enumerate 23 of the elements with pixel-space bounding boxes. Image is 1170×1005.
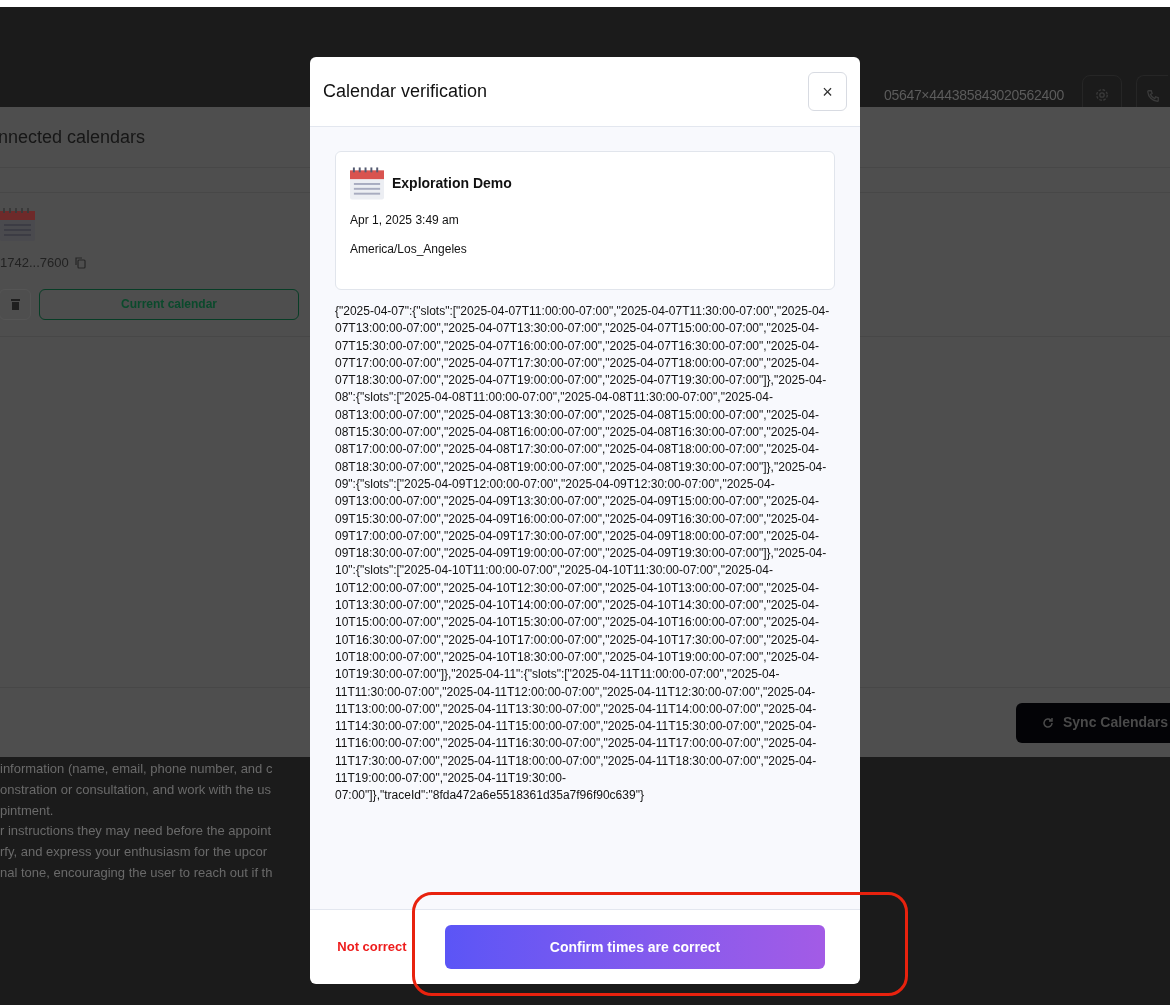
event-date: Apr 1, 2025 3:49 am [350,212,460,229]
sync-calendars-button[interactable]: Sync Calendars [1016,702,1170,743]
background-text-line: onstration or consultation, and work with the us [0,780,272,799]
event-timezone: America/Los_Angeles [350,241,468,258]
panel-title: nnected calendars [0,125,146,149]
response-text: {"2025-04-07":{"slots":["2025-04-07T11:00:00-07:00","2025-04-07T11:30:00-07:00","2025-04-07T13:00:00-07:00","2025-04-07T13:30:00-07:00","2025-04-07T15:00:00-07:00","2025-04-07T15:30:00-07:00","2025-04-07T16:00:00-07:00","2025-04-07T16:30:00-07:00","2025-04-07T17:00:00-07:00","2025-04-07T17:30:00-07:00","2025-04-07T18:00:00-07:00","2025-04-07T18:30:00-07:00","2025-04-07T19:00:00-07:00","2025-04-07T19:30:00-07:00"]},"2025-04-08":{"slots":["2025-04-08T11:00:00-07:00","2025-04-08T11:30:00-07:00","2025-04-08T13:00:00-07:00","2025-04-08T13:30:00-07:00","2025-04-08T15:00:00-07:00","2025-04-08T15:30:00-07:00","2025-04-08T16:00:00-07:00","2025-04-08T16:30:00-07:00","2025-04-08T17:00:00-07:00","2025-04-08T17:30:00-07:00","2025-04-08T18:00:00-07:00","2025-04-08T18:30:00-07:00","2025-04-08T19:00:00-07:00","2025-04-08T19:30:00-07:00"]},"2025-04-09":{"slots":["2025-04-09T12:00:00-07:00","2025-04-09T12:30:00-07:00","2025-04-09T13:00:00-07:00","2025-04-09T13:30:00-07:00","2025-04-09T15:00:00-07:00","2025-04-09T15:30:00-07:00","2025-04-09T16:00:00-07:00","2025-04-09T16:30:00-07:00","2025-04-09T17:00:00-07:00","2025-04-09T17:30:00-07:00","2025-04-09T18:00:00-07:00","2025-04-09T18:30:00-07:00","2025-04-09T19:00:00-07:00","2025-04-09T19:30:00-07:00"]},"2025-04-10":{"slots":["2025-04-10T11:00:00-07:00","2025-04-10T11:30:00-07:00","2025-04-10T12:00:00-07:00","2025-04-10T12:30:00-07:00","2025-04-10T13:00:00-07:00","2025-04-10T13:30:00-07:00","2025-04-10T14:00:00-07:00","2025-04-10T14:30:00-07:00","2025-04-10T15:00:00-07:00","2025-04-10T15:30:00-07:00","2025-04-10T16:00:00-07:00","2025-04-10T16:30:00-07:00","2025-04-10T17:00:00-07:00","2025-04-10T17:30:00-07:00","2025-04-10T18:00:00-07:00","2025-04-10T18:30:00-07:00","2025-04-10T19:00:00-07:00","2025-04-10T19:30:00-07:00"]},"2025-04-11":{"slots":["2025-04-11T11:00:00-07:00","2025-04-11T11:30:00-07:00","2025-04-11T12:00:00-07:00","2025-04-11T12:30:00-07:00","2025-04-11T13:00:00-07:00","2025-04-11T13:30:00-07:00","2025-04-11T14:00:00-07:00","2025-04-11T14:30:00-07:00","2025-04-11T15:00:00-07:00","2025-04-11T15:30:00-07:00","2025-04-11T16:00:00-07:00","2025-04-11T16:30:00-07:00","2025-04-11T17:00:00-07:00","2025-04-11T17:30:00-07:00","2025-04-11T18:00:00-07:00","2025-04-11T18:30:00-07:00","2025-04-11T19:00:00-07:00","2025-04-11T19:30:00-07:00"]},"traceId":"8fda472a6e5518361d35a7f96f90c639"} [335,303,831,805]
phone-icon[interactable] [1145,88,1160,103]
id-text: 05647×444385843020562400 [883,85,1064,105]
not-correct-button[interactable]: Not correct [334,925,410,969]
refresh-icon [1042,716,1054,729]
background-text-line: rfy, and express your enthusiasm for the upcor [0,843,269,862]
calendar-icon [350,166,384,200]
background-text-line: nal tone, encouraging the user to reach out if th [0,864,274,882]
background-text-line: pintment. [0,801,55,820]
trash-icon [10,298,20,310]
settings-icon[interactable] [1095,88,1109,102]
background-text-line: r instructions they may need before the appoint [0,822,272,841]
confirm-button[interactable]: Confirm times are correct [445,925,825,969]
event-title: Exploration Demo [392,173,512,193]
background-text-line: information (name, email, phone number, and c [0,760,274,778]
dialog-title: Calendar verification [323,80,488,103]
close-button[interactable]: × [808,72,847,111]
copy-icon[interactable] [74,256,86,269]
